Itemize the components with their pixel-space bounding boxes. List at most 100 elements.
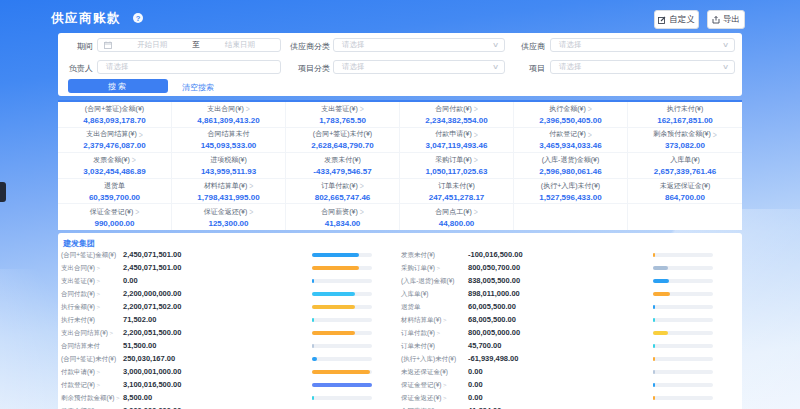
metric-label: 执行未付(¥): [61, 316, 95, 325]
metric-label[interactable]: 付款登记(¥) >: [61, 381, 100, 390]
metric-label[interactable]: 支出合同(¥) >: [61, 264, 100, 273]
summary-card[interactable]: 付款登记(¥)>3,465,934,033.46: [514, 128, 628, 154]
chevron-right-icon: >: [114, 395, 119, 401]
summary-card[interactable]: 保证金登记(¥)>990,000.00: [58, 204, 172, 230]
metric-label[interactable]: 采购订单(¥) >: [401, 264, 440, 273]
chevron-right-icon: >: [441, 317, 446, 323]
chevron-right-icon: >: [588, 130, 592, 138]
metric-value: 2,200,000,000.00: [123, 289, 181, 298]
metric-label[interactable]: 保证金返还(¥) >: [401, 394, 447, 403]
card-label: 发票金额(¥)>: [93, 155, 136, 165]
summary-card[interactable]: 执行金额(¥)>2,396,550,405.00: [514, 102, 628, 128]
metric-row: 支出签证(¥) >0.00(入库-退货)金额(¥)838,005,500.00: [58, 274, 742, 287]
metric-value: 60,005,500.00: [468, 302, 516, 311]
card-label: 保证金返还(¥)>: [204, 207, 254, 217]
card-label: 合同结算未付: [208, 129, 250, 139]
summary-card[interactable]: 采购订单(¥)>1,050,117,025.63: [400, 153, 514, 179]
summary-card[interactable]: 合同点工(¥)>44,800.00: [400, 204, 514, 230]
project-select[interactable]: 请选择 ∨: [550, 60, 735, 74]
metric-value: 71,502.00: [123, 315, 156, 324]
calendar-icon: [104, 41, 112, 49]
select-placeholder: 请选择: [559, 62, 582, 72]
summary-card[interactable]: 保证金返还(¥)>125,300.00: [172, 204, 286, 230]
chevron-right-icon: >: [135, 207, 139, 215]
customize-button[interactable]: 自定义: [654, 10, 699, 29]
metric-label[interactable]: 合同付款(¥) >: [61, 290, 100, 299]
summary-card[interactable]: 剩余预付款金额(¥)> 373,082.00: [628, 128, 742, 154]
summary-card[interactable]: 订单付款(¥)> 802,665,747.46: [286, 179, 400, 205]
card-label: (合同+签证)未付(¥): [313, 129, 372, 139]
metric-label[interactable]: 支出合同结算(¥) >: [61, 329, 113, 338]
metric-bar: [653, 357, 713, 361]
summary-card: 合同结算未付145,093,533.00: [172, 128, 286, 154]
card-label: 付款登记(¥)>: [549, 129, 592, 139]
summary-card[interactable]: 合同薪资(¥)>41,834.00: [286, 204, 400, 230]
search-button[interactable]: 搜索: [68, 79, 168, 93]
card-label: 订单付款(¥)>: [321, 181, 364, 191]
card-value: 41,834.00: [325, 219, 361, 228]
chevron-down-icon: ∨: [722, 63, 729, 71]
chevron-right-icon: >: [474, 207, 478, 215]
metric-bar: [312, 266, 372, 270]
metric-row: 支出合同结算(¥) >2,200,051,500.00订单付款(¥) >800,…: [58, 326, 742, 339]
metric-row: 合同结算未付51,500.00订单未付(¥)45,700.00: [58, 339, 742, 352]
metric-label[interactable]: 保证金登记(¥) >: [401, 381, 447, 390]
metric-value: 3,000,001,000.00: [123, 367, 181, 376]
clear-search-button[interactable]: 清空搜索: [182, 82, 214, 93]
card-label: 合同点工(¥)>: [435, 207, 478, 217]
chevron-right-icon: >: [474, 105, 478, 113]
supplier-select[interactable]: 请选择 ∨: [550, 38, 735, 52]
period-label: 期间: [58, 41, 93, 52]
card-value: 3,032,454,486.89: [83, 167, 145, 176]
metric-value: 0.00: [468, 393, 483, 402]
metric-row: 合同付款(¥) >2,200,000,000.00入库单(¥)898,011,0…: [58, 287, 742, 300]
metric-bar: [312, 396, 372, 400]
metric-bar: [653, 305, 713, 309]
metric-value: 68,005,500.00: [468, 315, 516, 324]
summary-card[interactable]: 发票金额(¥)> 3,032,454,486.89: [58, 153, 172, 179]
summary-card[interactable]: 支出合同结算(¥)>2,379,476,087.00: [58, 128, 172, 154]
card-label: 支出合同结算(¥)>: [86, 129, 143, 139]
metric-label[interactable]: 付款申请(¥) >: [61, 368, 100, 377]
metric-label[interactable]: 剩余预付款金额(¥) >: [61, 394, 120, 403]
card-value: 2,596,980,061.46: [539, 167, 601, 176]
card-label: (入库-退货)金额(¥): [542, 155, 600, 165]
metric-bar: [312, 279, 372, 283]
metric-bar: [653, 318, 713, 322]
export-button[interactable]: 导出: [707, 10, 745, 29]
chevron-right-icon: >: [95, 304, 100, 310]
metric-bar-fill: [312, 253, 359, 257]
summary-card[interactable]: 付款申请(¥)>3,047,119,493.46: [400, 128, 514, 154]
metric-label[interactable]: 订单付款(¥) >: [401, 329, 440, 338]
card-label: 付款申请(¥)>: [435, 129, 478, 139]
metric-label: 退货单: [401, 303, 421, 312]
card-value: 802,665,747.46: [315, 193, 371, 202]
metric-label[interactable]: 材料结算单(¥) >: [401, 316, 447, 325]
summary-card[interactable]: 支出签证(¥)>1,783,765.50: [286, 102, 400, 128]
metric-bar: [653, 383, 713, 387]
card-label: (合同+签证)金额(¥): [85, 104, 144, 114]
card-value: 143,959,511.93: [201, 167, 256, 176]
metric-bar-fill: [312, 318, 314, 322]
metric-label[interactable]: 支出签证(¥) >: [61, 277, 100, 286]
card-label: 剩余预付款金额(¥)>: [653, 129, 717, 139]
card-label: 材料结算单(¥)>: [204, 181, 254, 191]
metric-label[interactable]: 执行金额(¥) >: [61, 303, 100, 312]
card-value: 373,082.00: [665, 141, 705, 150]
summary-card[interactable]: 材料结算单(¥)>1,798,431,995.00: [172, 179, 286, 205]
help-icon[interactable]: ?: [133, 13, 143, 23]
metric-bar: [653, 331, 713, 335]
chevron-right-icon: >: [132, 156, 136, 164]
edit-icon: [658, 16, 666, 24]
drawer-handle[interactable]: [0, 182, 6, 202]
metric-value: 51,500.00: [123, 341, 156, 350]
summary-card[interactable]: 支出合同(¥)>4,861,309,413.20: [172, 102, 286, 128]
metric-row: 付款登记(¥) >3,100,016,500.00保证金登记(¥) >0.00: [58, 378, 742, 391]
metric-value: -100,016,500.00: [468, 250, 523, 259]
start-date-placeholder[interactable]: 开始日期: [112, 40, 192, 50]
summary-card[interactable]: 合同付款(¥)>2,234,382,554.00: [400, 102, 514, 128]
metric-bar: [312, 357, 372, 361]
metric-bar: [312, 331, 372, 335]
summary-card: 入库单(¥)2,657,339,761.46: [628, 153, 742, 179]
card-value: -433,479,546.57: [313, 167, 371, 176]
